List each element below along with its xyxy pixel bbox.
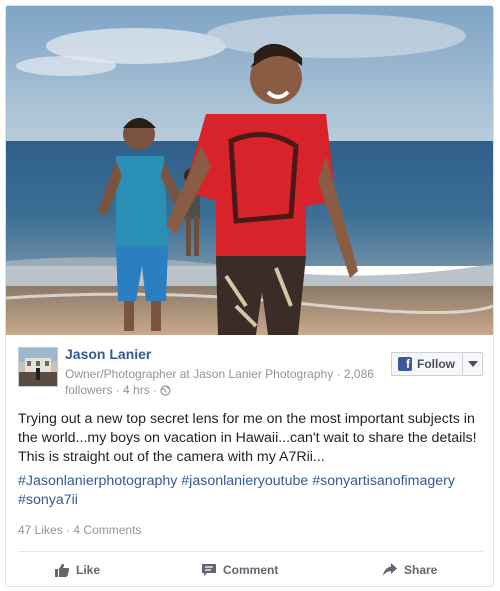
post-photo[interactable] <box>6 6 493 335</box>
post-card: Jason Lanier Owner/Photographer at Jason… <box>5 5 494 587</box>
comment-label: Comment <box>223 563 279 577</box>
follow-options-button[interactable] <box>462 353 482 375</box>
like-label: Like <box>76 563 101 577</box>
author-company[interactable]: Jason Lanier Photography <box>193 367 333 381</box>
author-name[interactable]: Jason Lanier <box>65 346 151 362</box>
follow-button[interactable]: f Follow <box>391 352 483 376</box>
likes-count[interactable]: 47 Likes <box>18 523 63 537</box>
hashtag-list: #Jasonlanierphotography #jasonlanieryout… <box>18 472 486 510</box>
comment-button[interactable]: Comment <box>201 554 278 586</box>
thumbs-up-icon <box>54 562 70 578</box>
post-header: Jason Lanier Owner/Photographer at Jason… <box>18 346 483 402</box>
post-meta: Owner/Photographer at Jason Lanier Photo… <box>65 366 375 400</box>
follow-label: Follow <box>417 357 455 371</box>
post-time[interactable]: · 4 hrs · <box>116 383 157 397</box>
chevron-down-icon <box>467 361 478 367</box>
facebook-icon: f <box>398 357 412 371</box>
hashtag-link[interactable]: #Jasonlanierphotography <box>18 473 177 489</box>
share-icon <box>382 562 398 578</box>
like-button[interactable]: Like <box>54 554 100 586</box>
globe-icon <box>160 384 172 400</box>
follow-main[interactable]: f Follow <box>392 353 462 375</box>
author-role: Owner/Photographer <box>65 367 177 381</box>
hashtag-link[interactable]: #sonya7ii <box>18 492 78 508</box>
comment-icon <box>201 562 217 578</box>
stats-separator: · <box>66 523 71 537</box>
avatar[interactable] <box>18 347 58 387</box>
post-text: Trying out a new top secret lens for me … <box>18 411 477 465</box>
author-at: at <box>179 367 190 381</box>
divider <box>18 551 483 552</box>
comments-count[interactable]: 4 Comments <box>73 523 141 537</box>
post-stats: 47 Likes · 4 Comments <box>18 523 141 537</box>
share-label: Share <box>404 563 438 577</box>
hashtag-link[interactable]: #sonyartisanofimagery <box>312 473 455 489</box>
share-button[interactable]: Share <box>382 554 437 586</box>
hashtag-link[interactable]: #jasonlanieryoutube <box>181 473 308 489</box>
action-bar: Like Comment Share <box>6 554 493 586</box>
